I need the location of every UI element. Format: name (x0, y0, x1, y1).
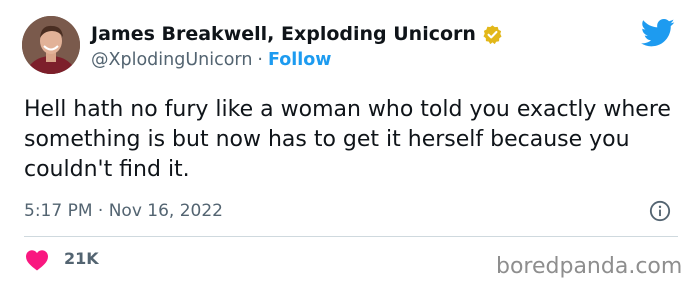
author-display-name[interactable]: James Breakwell, Exploding Unicorn (91, 23, 476, 45)
avatar[interactable] (22, 16, 80, 74)
handle-separator: · (257, 50, 263, 70)
like-count[interactable]: 21K (64, 249, 99, 268)
author-handle[interactable]: @XplodingUnicorn (91, 50, 252, 70)
tweet-card: James Breakwell, Exploding Unicorn @Xplo… (0, 0, 700, 288)
divider (24, 236, 678, 237)
watermark: boredpanda.com (496, 254, 683, 279)
follow-button[interactable]: Follow (268, 50, 331, 70)
verified-badge-icon (482, 24, 503, 45)
author-name-row: James Breakwell, Exploding Unicorn (91, 21, 503, 47)
author-handle-row: @XplodingUnicorn · Follow (91, 50, 331, 70)
tweet-timestamp[interactable]: 5:17 PM · Nov 16, 2022 (24, 201, 223, 221)
twitter-bird-icon[interactable] (641, 18, 675, 48)
heart-icon[interactable] (25, 249, 49, 271)
info-icon[interactable] (649, 200, 671, 222)
tweet-text: Hell hath no fury like a woman who told … (24, 97, 671, 182)
